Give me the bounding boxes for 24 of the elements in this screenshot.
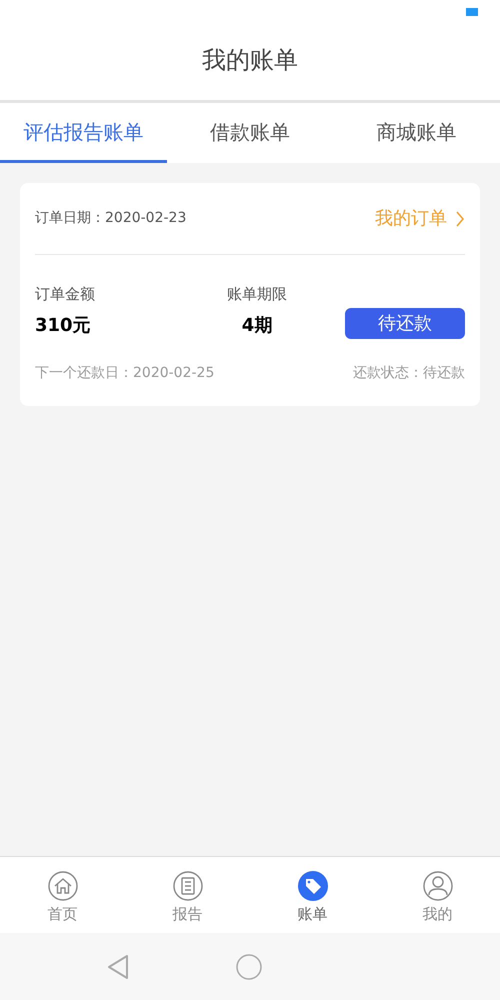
user-icon	[422, 871, 452, 901]
tag-icon	[298, 871, 328, 901]
next-due-date: 下一个还款日：2020-02-25	[35, 364, 214, 382]
tab[interactable]: 商城账单	[333, 103, 500, 163]
order-date: 订单日期：2020-02-23	[35, 209, 186, 228]
term-label: 账单期限	[227, 284, 287, 305]
page-title: 我的账单	[202, 44, 298, 76]
tab[interactable]: 借款账单	[166, 103, 334, 163]
document-icon	[172, 871, 202, 901]
status-indicator-icon	[466, 8, 478, 16]
term-value: 4期	[242, 314, 272, 338]
repay-button[interactable]: 待还款	[345, 308, 465, 338]
repay-status: 还款状态：待还款	[353, 364, 465, 382]
nav-tab[interactable]: 我的	[375, 857, 500, 933]
chevron-right-icon	[455, 210, 465, 226]
nav-tab[interactable]: 首页	[0, 857, 125, 933]
nav-tab[interactable]: 报告	[125, 857, 250, 933]
home-icon	[48, 871, 78, 901]
tab[interactable]: 评估报告账单	[0, 103, 167, 163]
amount-value: 310元	[35, 314, 92, 338]
back-icon[interactable]	[107, 954, 129, 980]
home-icon[interactable]	[236, 954, 262, 980]
amount-label: 订单金额	[35, 284, 96, 305]
nav-tab[interactable]: 账单	[250, 857, 375, 933]
